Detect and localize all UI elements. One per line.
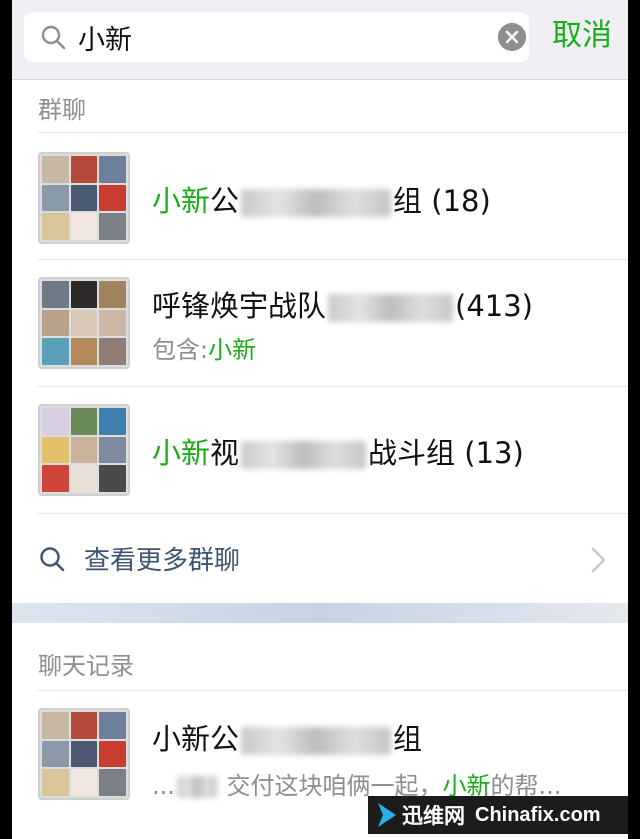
group-name: 小新公 组 (18) [152, 178, 491, 220]
group-avatar [38, 404, 130, 496]
group-avatar [38, 277, 130, 369]
sub-highlight: 小新 [208, 336, 257, 364]
name-prefix: 呼锋焕宇战队 [152, 289, 327, 323]
name-highlight: 小新 [152, 184, 211, 218]
clear-icon[interactable] [498, 23, 526, 51]
logo-arrow-icon [378, 803, 396, 827]
search-bar: 取消 [12, 0, 628, 80]
name-tail: 公 [210, 184, 240, 218]
search-icon [40, 547, 65, 572]
group-match-info: 包含:小新 [152, 330, 256, 365]
name-highlight: 小新 [152, 436, 211, 470]
blurred-text [328, 294, 454, 322]
divider [38, 690, 628, 691]
divider [38, 132, 628, 133]
group-avatar [38, 152, 130, 244]
divider [38, 513, 628, 514]
search-icon [41, 25, 66, 50]
cancel-button[interactable]: 取消 [552, 12, 612, 60]
blurred-text [241, 727, 392, 755]
more-groups-label: 查看更多群聊 [84, 546, 241, 576]
msg-prefix: ... [152, 772, 175, 800]
group-name: 呼锋焕宇战队 (413) [152, 283, 533, 325]
divider [38, 259, 628, 260]
name-suffix: (413) [455, 289, 533, 323]
search-input[interactable] [78, 18, 458, 56]
section-title-chats: 聊天记录 [38, 652, 134, 680]
blurred-text [241, 441, 367, 469]
section-title-groups: 群聊 [38, 96, 86, 124]
search-box[interactable] [24, 12, 529, 62]
sub-label: 包含: [152, 336, 209, 364]
name-prefix: 小新公 [152, 722, 240, 756]
section-separator [12, 603, 628, 623]
name-suffix: 组 (18) [393, 184, 491, 218]
divider [38, 386, 628, 387]
name-suffix: 战斗组 (13) [368, 436, 524, 470]
watermark-en: Chinafix.com [475, 803, 601, 826]
name-suffix: 组 [393, 722, 423, 756]
blurred-text [241, 189, 392, 217]
chevron-right-icon [591, 547, 606, 573]
group-name: 小新视 战斗组 (13) [152, 430, 524, 472]
name-tail: 视 [210, 436, 240, 470]
blurred-text [176, 776, 217, 798]
chat-name: 小新公 组 [152, 716, 422, 758]
search-results-screen: 取消 群聊 小新公组 (18) 呼锋焕宇战队(413) 包含:小新 [12, 0, 628, 839]
chat-avatar [38, 708, 130, 800]
watermark-cn: 迅维网 [402, 804, 465, 828]
watermark: 迅维网 Chinafix.com [368, 796, 628, 834]
